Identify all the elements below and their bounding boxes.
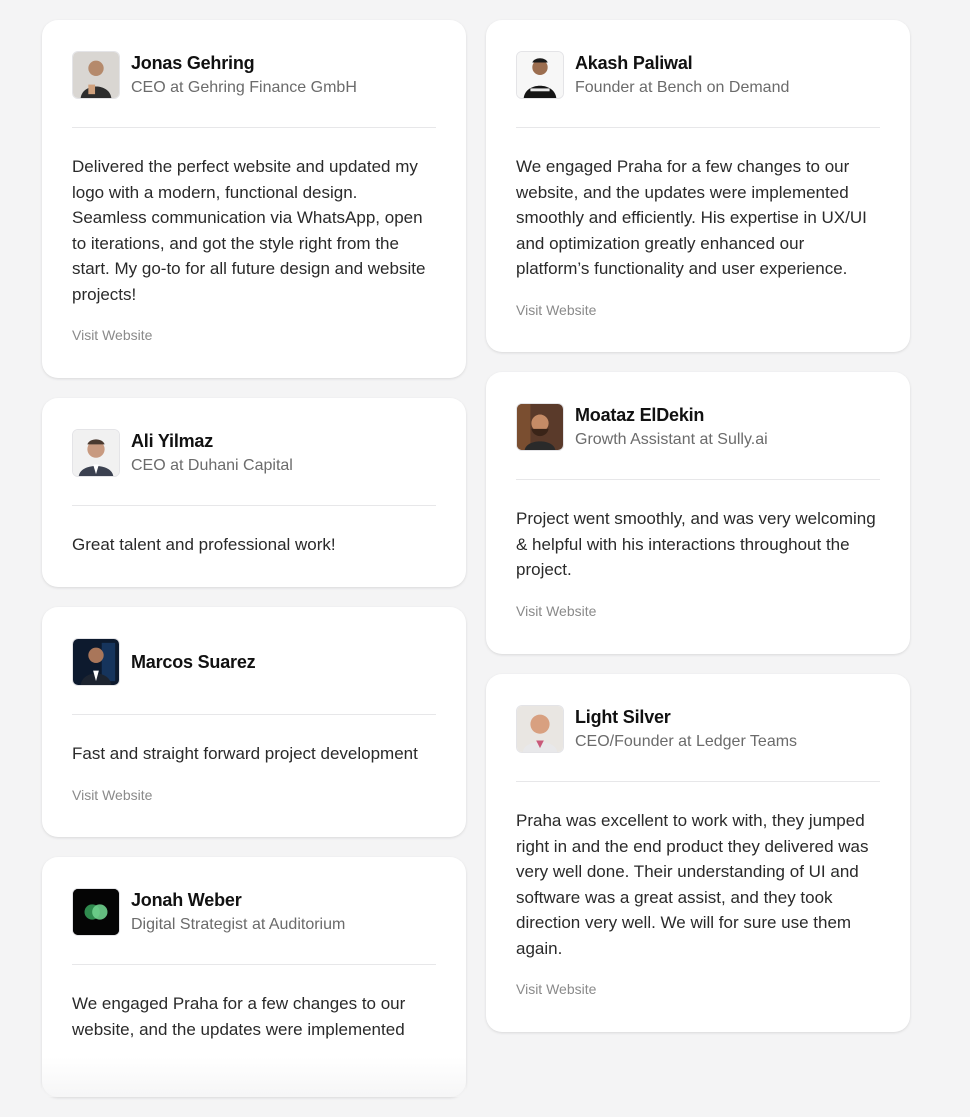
testimonials-column-left: Jonas Gehring CEO at Gehring Finance Gmb… (42, 20, 466, 1117)
author-info: Akash Paliwal Founder at Bench on Demand (575, 52, 789, 99)
testimonial-header: Jonah Weber Digital Strategist at Audito… (72, 887, 436, 937)
author-info: Moataz ElDekin Growth Assistant at Sully… (575, 404, 768, 451)
divider (72, 714, 436, 715)
avatar (516, 51, 564, 99)
author-role: Growth Assistant at Sully.ai (575, 430, 768, 448)
divider (72, 505, 436, 506)
avatar (72, 888, 120, 936)
testimonial-card: Light Silver CEO/Founder at Ledger Teams… (486, 674, 910, 1032)
visit-website-link[interactable]: Visit Website (72, 327, 152, 343)
testimonial-card: Ali Yilmaz CEO at Duhani Capital Great t… (42, 398, 466, 587)
author-role: Digital Strategist at Auditorium (131, 915, 346, 933)
visit-website-link[interactable]: Visit Website (516, 981, 596, 997)
divider (516, 127, 880, 128)
author-name: Moataz ElDekin (575, 404, 705, 425)
testimonial-header: Moataz ElDekin Growth Assistant at Sully… (516, 402, 880, 452)
divider (72, 964, 436, 965)
visit-website-link[interactable]: Visit Website (72, 787, 152, 803)
visit-website-link[interactable]: Visit Website (516, 603, 596, 619)
testimonial-quote: Great talent and professional work! (72, 535, 336, 554)
author-info: Ali Yilmaz CEO at Duhani Capital (131, 430, 293, 477)
testimonial-card: Akash Paliwal Founder at Bench on Demand… (486, 20, 910, 352)
divider (516, 781, 880, 782)
author-info: Jonas Gehring CEO at Gehring Finance Gmb… (131, 52, 357, 99)
testimonial-quote: Praha was excellent to work with, they j… (516, 811, 869, 958)
testimonial-quote: We engaged Praha for a few changes to ou… (516, 157, 867, 278)
testimonial-quote: Delivered the perfect website and update… (72, 157, 426, 304)
author-role: CEO/Founder at Ledger Teams (575, 732, 798, 750)
testimonial-header: Marcos Suarez (72, 637, 436, 687)
testimonial-header: Akash Paliwal Founder at Bench on Demand (516, 50, 880, 100)
divider (72, 127, 436, 128)
testimonial-quote: Fast and straight forward project develo… (72, 744, 418, 763)
avatar (72, 429, 120, 477)
testimonials-column-right: Akash Paliwal Founder at Bench on Demand… (486, 20, 910, 1052)
avatar (72, 638, 120, 686)
testimonial-card: Jonah Weber Digital Strategist at Audito… (42, 857, 466, 1097)
author-info: Jonah Weber Digital Strategist at Audito… (131, 889, 345, 936)
avatar (516, 403, 564, 451)
author-name: Akash Paliwal (575, 52, 693, 73)
visit-website-link[interactable]: Visit Website (516, 302, 596, 318)
author-info: Light Silver CEO/Founder at Ledger Teams (575, 706, 797, 753)
author-info: Marcos Suarez (131, 651, 256, 673)
testimonial-card: Marcos Suarez Fast and straight forward … (42, 607, 466, 837)
testimonial-quote: We engaged Praha for a few changes to ou… (72, 994, 406, 1039)
avatar (516, 705, 564, 753)
testimonial-card: Moataz ElDekin Growth Assistant at Sully… (486, 372, 910, 654)
testimonial-header: Ali Yilmaz CEO at Duhani Capital (72, 428, 436, 478)
author-name: Ali Yilmaz (131, 430, 214, 451)
author-role: CEO at Gehring Finance GmbH (131, 78, 357, 96)
author-name: Jonah Weber (131, 889, 242, 910)
author-name: Jonas Gehring (131, 52, 255, 73)
author-role: CEO at Duhani Capital (131, 456, 293, 474)
testimonial-card: Jonas Gehring CEO at Gehring Finance Gmb… (42, 20, 466, 378)
testimonial-header: Light Silver CEO/Founder at Ledger Teams (516, 704, 880, 754)
testimonial-quote: Project went smoothly, and was very welc… (516, 509, 876, 579)
divider (516, 479, 880, 480)
author-name: Light Silver (575, 706, 671, 727)
fade-overlay (42, 1057, 466, 1097)
avatar (72, 51, 120, 99)
author-name: Marcos Suarez (131, 652, 256, 672)
author-role: Founder at Bench on Demand (575, 78, 790, 96)
testimonial-header: Jonas Gehring CEO at Gehring Finance Gmb… (72, 50, 436, 100)
